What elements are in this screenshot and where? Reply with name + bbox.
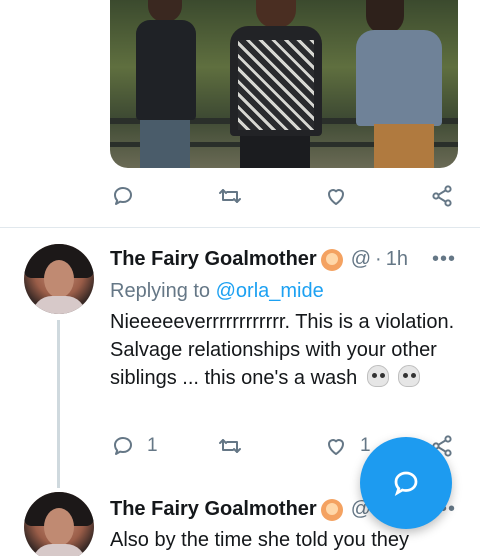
replying-to-label: Replying to: [110, 280, 211, 302]
author-name[interactable]: The Fairy Goalmother: [110, 498, 317, 521]
tweet-action-bar-top: [0, 184, 480, 214]
heart-icon: [328, 189, 344, 205]
tweet-media-image[interactable]: [110, 0, 458, 168]
tweet-header: The Fairy Goalmother @: [110, 498, 371, 521]
skull-emoji-icon: [398, 365, 421, 387]
retweet-button[interactable]: [218, 434, 242, 458]
tweet-text: Also by the time she told you they: [110, 529, 410, 551]
fairy-emoji-icon: [320, 498, 343, 521]
retweet-button[interactable]: [218, 184, 242, 208]
tweet-divider: [0, 227, 480, 228]
avatar[interactable]: [24, 244, 94, 314]
like-button[interactable]: [324, 184, 348, 208]
like-button[interactable]: 1: [324, 434, 371, 458]
reply-count: 1: [147, 435, 158, 456]
reply-icon: [114, 437, 132, 455]
separator: ·: [375, 248, 382, 270]
reply-button[interactable]: [111, 184, 135, 208]
reply-button[interactable]: 1: [111, 434, 158, 458]
retweet-icon: [219, 189, 241, 203]
replying-to: Replying to @orla_mide: [110, 280, 324, 303]
reply-icon: [114, 187, 132, 205]
retweet-icon: [219, 439, 241, 453]
compose-reply-button[interactable]: [360, 437, 452, 529]
author-name[interactable]: The Fairy Goalmother: [110, 248, 317, 271]
share-button[interactable]: [430, 184, 454, 208]
tweet-body: Also by the time she told you they: [110, 526, 460, 554]
more-options-button[interactable]: •••: [432, 248, 456, 271]
replying-to-mention[interactable]: @orla_mide: [216, 280, 324, 302]
avatar[interactable]: [24, 492, 94, 556]
compose-reply-icon: [394, 471, 418, 497]
share-icon: [432, 185, 452, 207]
tweet-media-container: [0, 0, 480, 178]
skull-emoji-icon: [366, 365, 389, 387]
timestamp[interactable]: 1h: [386, 248, 408, 271]
tweet-header: The Fairy Goalmother @ · 1h: [110, 248, 408, 271]
fairy-emoji-icon: [320, 248, 343, 271]
heart-icon: [328, 439, 344, 455]
author-handle[interactable]: @: [351, 248, 371, 271]
tweet-body: Nieeeeeverrrrrrrrrrrr. This is a violati…: [110, 308, 460, 392]
